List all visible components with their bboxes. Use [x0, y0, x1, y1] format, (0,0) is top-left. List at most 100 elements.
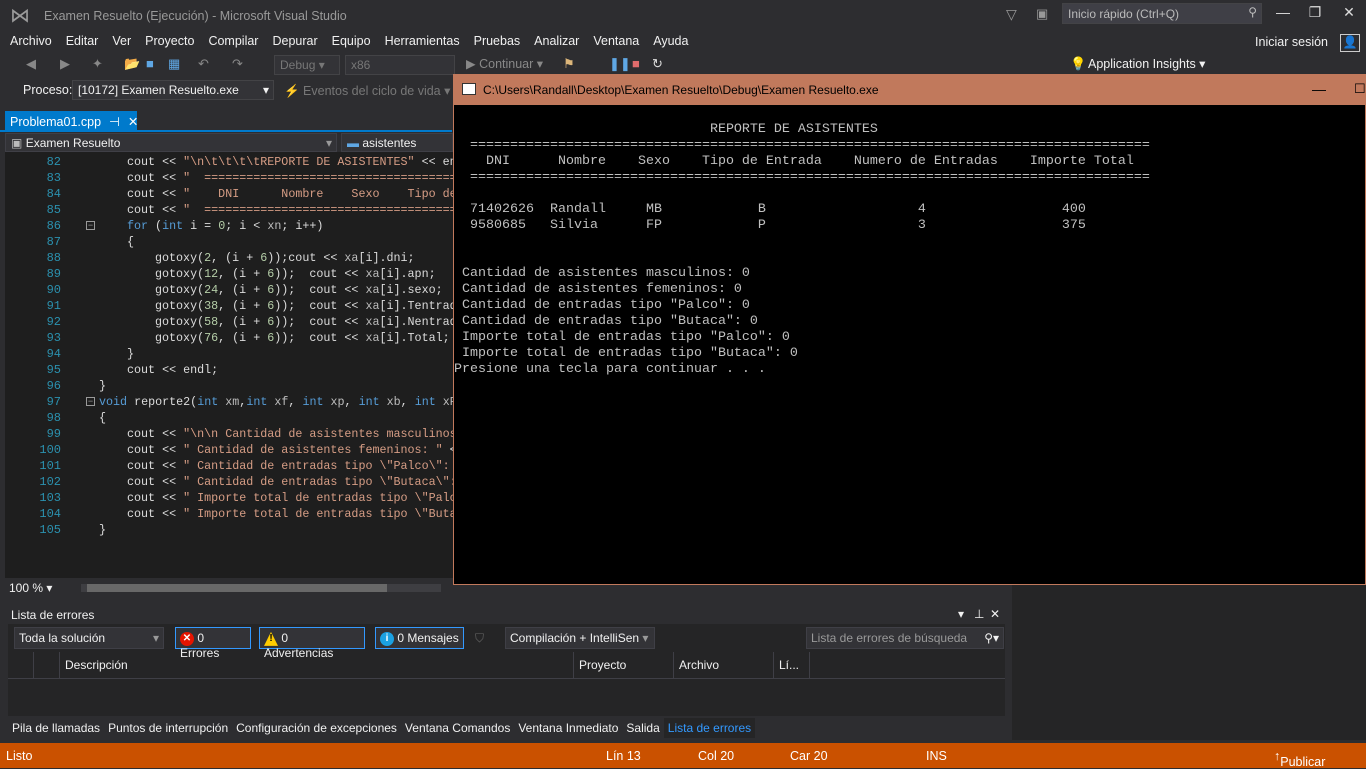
menu-compilar[interactable]: Compilar — [201, 32, 265, 50]
column-archivo[interactable]: Archivo — [674, 652, 774, 678]
process-icon[interactable]: ⚑ — [563, 56, 575, 72]
horizontal-scrollbar[interactable] — [81, 584, 441, 592]
process-dropdown[interactable]: [10172] Examen Resuelto.exe ▾ — [72, 80, 274, 100]
column-code[interactable] — [34, 652, 60, 678]
menu-proyecto[interactable]: Proyecto — [138, 32, 201, 50]
menu-bar: Archivo Editar Ver Proyecto Compilar Depurar E… — [0, 32, 1366, 50]
window-title: Examen Resuelto (Ejecución) - Microsoft … — [44, 9, 347, 23]
debug-location-bar: Proceso: [10172] Examen Resuelto.exe ▾ ⚡ … — [0, 79, 460, 103]
build-filter-dropdown[interactable]: Compilación + IntelliSen ▾ — [505, 627, 655, 649]
tab-ventana-inmediato[interactable]: Ventana Inmediato — [514, 718, 622, 738]
project-dropdown[interactable]: ▣ Examen Resuelto ▾ — [5, 133, 337, 152]
menu-pruebas[interactable]: Pruebas — [467, 32, 528, 50]
code-token: cout << — [127, 507, 184, 521]
collapse-icon[interactable]: − — [86, 221, 95, 230]
menu-herramientas[interactable]: Herramientas — [378, 32, 467, 50]
collapse-icon[interactable]: − — [86, 397, 95, 406]
search-icon[interactable]: ⚲▾ — [984, 631, 999, 645]
configuration-dropdown[interactable]: Debug ▾ — [274, 55, 340, 75]
code-token: )); cout << — [274, 299, 366, 313]
member-dropdown[interactable]: ▬ asistentes — [341, 133, 453, 152]
tab-configuracion-de-excepciones[interactable]: Configuración de excepciones — [232, 718, 401, 738]
messages-filter-button[interactable]: i 0 Mensajes — [375, 627, 464, 649]
code-token: [i].apn; — [379, 267, 436, 281]
pin-icon[interactable]: ⊣ — [109, 115, 120, 129]
menu-analizar[interactable]: Analizar — [527, 32, 586, 50]
menu-ver[interactable]: Ver — [105, 32, 138, 50]
line-number: 94 — [46, 347, 61, 361]
code-line: { — [99, 410, 106, 426]
close-panel-icon[interactable]: ✕ — [990, 607, 1000, 621]
code-token: cout << — [127, 475, 184, 489]
errors-filter-button[interactable]: ✕ 0 Errores — [175, 627, 251, 660]
sign-in-link[interactable]: Iniciar sesión — [1255, 35, 1328, 49]
column-icon[interactable] — [8, 652, 34, 678]
application-insights-button[interactable]: Application Insights ▾ — [1088, 56, 1205, 71]
filter-icon[interactable]: ▽ — [1006, 6, 1017, 23]
zoom-dropdown[interactable]: 100 % ▾ — [9, 581, 52, 595]
save-all-icon[interactable]: ▦ — [168, 56, 180, 72]
quick-launch-input[interactable]: Inicio rápido (Ctrl+Q) ⚲ — [1062, 3, 1262, 24]
code-token: xm — [218, 395, 240, 409]
menu-ayuda[interactable]: Ayuda — [646, 32, 695, 50]
code-token: xa — [365, 299, 380, 313]
tab-lista-de-errores[interactable]: Lista de errores — [663, 718, 756, 738]
column-descripcion[interactable]: Descripción — [60, 652, 574, 678]
menu-ventana[interactable]: Ventana — [586, 32, 646, 50]
close-tab-icon[interactable]: ✕ — [128, 115, 138, 129]
menu-depurar[interactable]: Depurar — [265, 32, 324, 50]
code-token: [i].Tentrada — [379, 299, 453, 313]
console-line: ========================================… — [454, 170, 1150, 185]
warnings-filter-button[interactable]: ! 0 Advertencias — [259, 627, 365, 660]
account-icon[interactable]: 👤 — [1340, 34, 1360, 52]
restart-icon[interactable]: ↻ — [652, 56, 663, 72]
scrollbar-thumb[interactable] — [87, 584, 387, 592]
open-folder-icon[interactable]: 📂 — [124, 56, 140, 72]
menu-equipo[interactable]: Equipo — [325, 32, 378, 50]
publish-button[interactable]: ↑ Publicar — [1274, 749, 1325, 769]
minimize-button[interactable]: — — [1268, 4, 1298, 20]
save-icon[interactable]: ■ — [146, 56, 154, 71]
close-button[interactable]: ✕ — [1334, 4, 1364, 21]
pause-icon[interactable]: ❚❚ — [609, 56, 631, 72]
clear-filter-icon[interactable]: ⛉ — [475, 631, 484, 646]
tab-pila-de-llamadas[interactable]: Pila de llamadas — [8, 718, 104, 738]
redo-icon[interactable]: ↷ — [232, 56, 243, 72]
column-proyecto[interactable]: Proyecto — [574, 652, 674, 678]
forward-icon[interactable]: ▶ — [60, 56, 70, 72]
tab-ventana-comandos[interactable]: Ventana Comandos — [401, 718, 514, 738]
scope-dropdown[interactable]: Toda la solución ▾ — [14, 627, 164, 649]
stop-icon[interactable]: ■ — [632, 56, 640, 71]
tab-problema01-cpp[interactable]: Problema01.cpp ⊣ ✕ — [5, 111, 138, 132]
tab-salida[interactable]: Salida — [622, 718, 663, 738]
console-minimize-button[interactable]: — — [1312, 81, 1326, 97]
menu-editar[interactable]: Editar — [59, 32, 106, 50]
new-project-icon[interactable]: ✦ — [92, 56, 103, 72]
column-linea[interactable]: Lí... — [774, 652, 810, 678]
code-token: { — [99, 411, 107, 425]
maximize-button[interactable]: ❐ — [1300, 4, 1330, 21]
status-bar: Listo Lín 13 Col 20 Car 20 INS ↑ Publica… — [0, 743, 1366, 769]
back-icon[interactable]: ◀ — [26, 56, 36, 72]
application-insights-label: Application Insights — [1088, 57, 1196, 71]
process-label: Proceso: — [23, 83, 73, 97]
feedback-icon[interactable]: ▣ — [1036, 6, 1048, 22]
undo-icon[interactable]: ↶ — [198, 56, 209, 72]
platform-dropdown[interactable]: x86 — [345, 55, 455, 75]
tab-puntos-de-interrupcion[interactable]: Puntos de interrupción — [104, 718, 232, 738]
pin-icon[interactable]: ⊥ — [974, 607, 984, 621]
code-token: [i].dni; — [358, 251, 415, 265]
code-editor[interactable]: 82 83 84 85 86 87 88 89 90 91 92 93 94 95 96 97 98 99 100 1… — [5, 152, 453, 578]
console-window[interactable]: C:\Users\Randall\Desktop\Examen Resuelto… — [453, 74, 1366, 585]
code-token: , (i + — [218, 283, 268, 297]
continue-button[interactable]: ▶ Continuar ▾ — [466, 56, 543, 71]
code-token: int — [358, 395, 380, 409]
window-menu-icon[interactable]: ▾ — [958, 607, 964, 621]
line-number: 84 — [46, 187, 61, 201]
code-token: , (i + — [218, 299, 268, 313]
error-search-input[interactable]: Lista de errores de búsqueda ⚲▾ — [806, 627, 1004, 649]
console-maximize-button[interactable]: ☐ — [1354, 81, 1366, 97]
messages-count: 0 Mensajes — [397, 631, 459, 645]
menu-archivo[interactable]: Archivo — [0, 32, 59, 50]
lifecycle-events-button[interactable]: ⚡ Eventos del ciclo de vida ▾ — [284, 83, 450, 99]
